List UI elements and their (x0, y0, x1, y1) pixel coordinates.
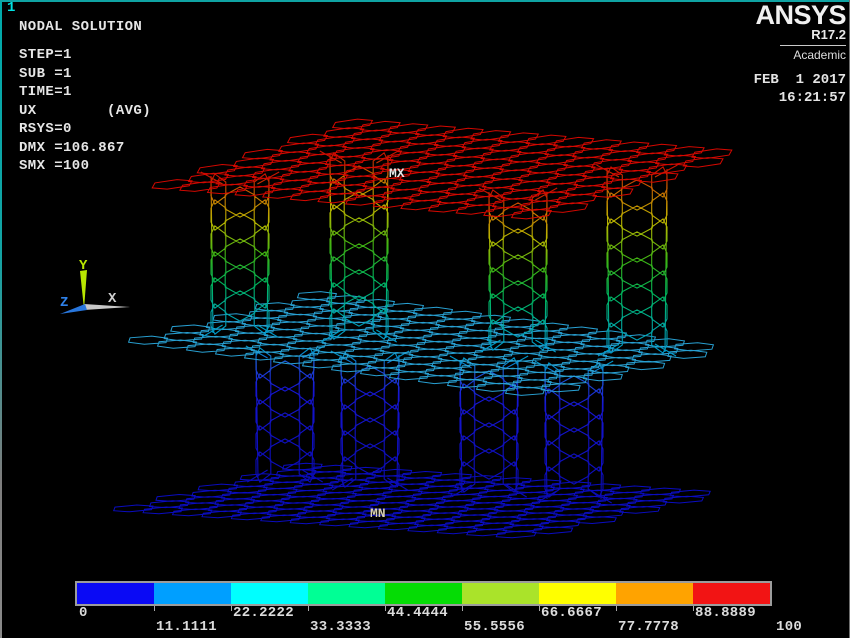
upper-nanotube-4 (597, 165, 678, 356)
legend-tick-label: 44.4444 (387, 605, 448, 621)
solution-info-panel: STEP=1SUB =1TIME=1UX (AVG)RSYS=0DMX =106… (19, 46, 151, 176)
legend-color-segment (693, 583, 770, 604)
legend-tick-label: 33.3333 (310, 619, 371, 635)
legend-tick (539, 606, 540, 611)
info-line: UX (AVG) (19, 102, 151, 121)
legend-tick (154, 606, 155, 611)
window-frame-left (0, 0, 2, 638)
lower-nanotube-2 (331, 351, 409, 490)
plot-window-number: 1 (7, 0, 15, 16)
legend-tick (385, 606, 386, 611)
max-node-label: MX (389, 166, 405, 181)
legend-tick-label: 88.8889 (695, 605, 756, 621)
legend-color-segment (539, 583, 616, 604)
triad-x-label: X (108, 291, 117, 307)
legend-color-segment (231, 583, 308, 604)
triad-z-label: Z (60, 295, 68, 311)
plot-date: FEB 1 2017 (754, 71, 846, 89)
legend-color-segment (616, 583, 693, 604)
ansys-logo: ANSYS (754, 3, 846, 27)
legend-color-segment (462, 583, 539, 604)
upper-nanotube-2 (320, 151, 398, 342)
legend-tick (693, 606, 694, 611)
legend-tick-label: 11.1111 (156, 619, 217, 635)
info-line: TIME=1 (19, 83, 151, 102)
triad-y-axis (80, 270, 87, 309)
legend-tick-label: 0 (79, 605, 88, 621)
lower-nanotube-1 (246, 346, 324, 482)
license-edition: Academic (754, 49, 846, 62)
window-frame-top (0, 0, 850, 2)
legend-tick (462, 606, 463, 611)
info-line: SMX =100 (19, 157, 151, 176)
upper-nanotube-1 (201, 172, 279, 337)
legend-tick (308, 606, 309, 611)
legend-tick-label: 100 (776, 619, 802, 635)
legend-color-segment (77, 583, 154, 604)
legend-tick (616, 606, 617, 611)
ansys-graphics-window: Y X Z MX MN 1 NODAL SOLUTION STEP=1SUB =… (0, 0, 850, 638)
top-graphene-sheet (152, 119, 732, 219)
legend-color-segment (154, 583, 231, 604)
legend-tick-label: 66.6667 (541, 605, 602, 621)
legend-color-segment (385, 583, 462, 604)
legend-tick (231, 606, 232, 611)
brand-divider (780, 45, 846, 46)
bottom-graphene-sheet (114, 463, 711, 538)
triad-y-label: Y (79, 258, 88, 274)
plot-time: 16:21:57 (754, 89, 846, 107)
info-line: STEP=1 (19, 46, 151, 65)
pillared-graphene-model (114, 119, 732, 538)
solution-title: NODAL SOLUTION (19, 19, 142, 35)
legend-color-segment (308, 583, 385, 604)
triad-x-axis (84, 304, 130, 310)
info-line: RSYS=0 (19, 120, 151, 139)
info-line: DMX =106.867 (19, 139, 151, 158)
info-line: SUB =1 (19, 65, 151, 84)
contour-legend-bar (75, 581, 772, 606)
legend-tick-label: 77.7778 (618, 619, 679, 635)
coordinate-triad: Y X Z (60, 258, 130, 314)
brand-block: ANSYS R17.2 Academic FEB 1 2017 16:21:57 (754, 3, 846, 107)
legend-tick-label: 55.5556 (464, 619, 525, 635)
min-node-label: MN (370, 506, 386, 521)
legend-tick-label: 22.2222 (233, 605, 294, 621)
